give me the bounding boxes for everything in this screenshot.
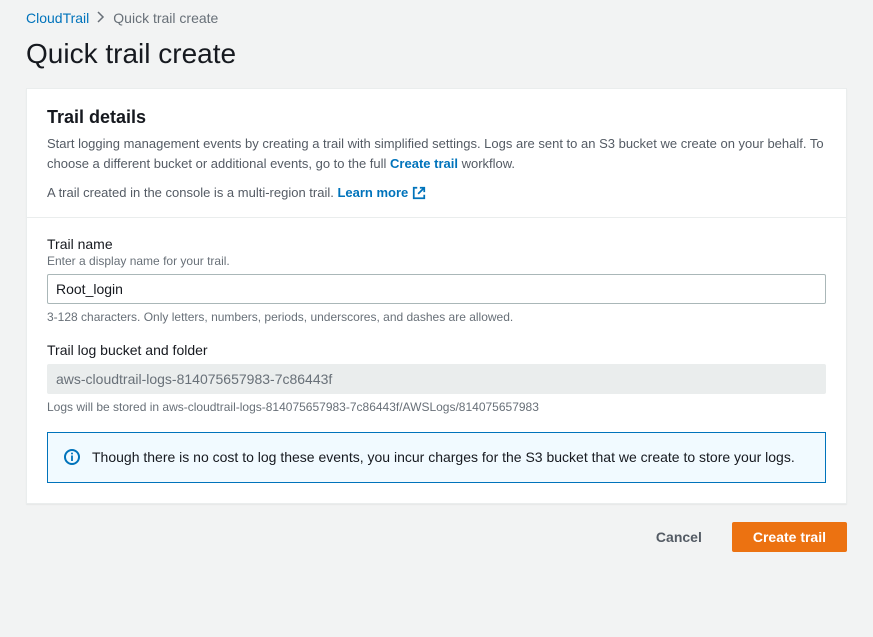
trail-bucket-help: Logs will be stored in aws-cloudtrail-lo…	[47, 400, 826, 414]
chevron-right-icon	[97, 10, 105, 26]
trail-bucket-field: Trail log bucket and folder Logs will be…	[47, 342, 826, 414]
panel-header: Trail details Start logging management e…	[27, 89, 846, 218]
cancel-button[interactable]: Cancel	[636, 522, 722, 552]
multi-region-text: A trail created in the console is a mult…	[47, 185, 337, 200]
trail-name-help: 3-128 characters. Only letters, numbers,…	[47, 310, 826, 324]
action-bar: Cancel Create trail	[0, 504, 873, 570]
multi-region-note: A trail created in the console is a mult…	[47, 183, 826, 203]
info-text: Though there is no cost to log these eve…	[92, 447, 795, 468]
create-trail-link[interactable]: Create trail	[390, 156, 458, 171]
trail-name-label: Trail name	[47, 236, 826, 252]
breadcrumb: CloudTrail Quick trail create	[0, 0, 873, 32]
trail-name-input[interactable]	[47, 274, 826, 304]
trail-name-hint: Enter a display name for your trail.	[47, 254, 826, 268]
panel-title: Trail details	[47, 107, 826, 128]
external-link-icon	[412, 186, 426, 200]
trail-bucket-input	[47, 364, 826, 394]
trail-bucket-label: Trail log bucket and folder	[47, 342, 826, 358]
panel-description: Start logging management events by creat…	[47, 134, 826, 173]
create-trail-button[interactable]: Create trail	[732, 522, 847, 552]
learn-more-link[interactable]: Learn more	[337, 183, 426, 203]
trail-name-field: Trail name Enter a display name for your…	[47, 236, 826, 324]
learn-more-label: Learn more	[337, 183, 408, 203]
breadcrumb-current: Quick trail create	[113, 10, 218, 26]
panel-body: Trail name Enter a display name for your…	[27, 218, 846, 503]
info-box: Though there is no cost to log these eve…	[47, 432, 826, 483]
breadcrumb-root-link[interactable]: CloudTrail	[26, 10, 89, 26]
info-icon	[64, 449, 80, 468]
panel-desc-text-2: workflow.	[458, 156, 515, 171]
trail-details-panel: Trail details Start logging management e…	[26, 88, 847, 504]
page-title: Quick trail create	[0, 32, 873, 88]
